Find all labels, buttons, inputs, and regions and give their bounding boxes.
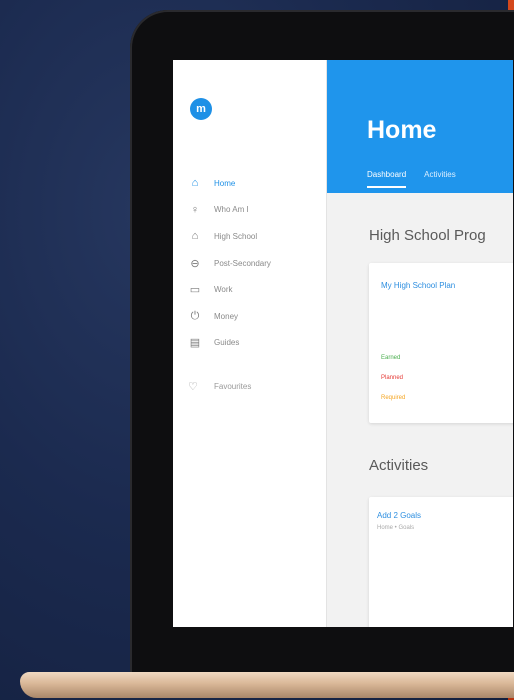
sidebar-item-label: Work [214, 285, 233, 295]
legend-planned: Planned [381, 375, 404, 381]
sidebar-item-who-am-i[interactable]: ♀ Who Am I [188, 197, 323, 224]
page-title: Home [367, 116, 437, 144]
sidebar-nav: ⌂ Home ♀ Who Am I ⌂ High School ⊖ Post-S… [188, 170, 323, 356]
page-header: Home Dashboard Activities [327, 60, 513, 193]
sidebar-item-home[interactable]: ⌂ Home [188, 170, 323, 197]
sidebar-item-label: Home [214, 178, 236, 188]
home-icon: ⌂ [191, 177, 199, 190]
sidebar-item-guides[interactable]: ▤ Guides [188, 330, 323, 357]
main-content: High School Prog My High School Plan Ear… [327, 193, 513, 627]
sidebar-item-label: Favourites [214, 382, 252, 391]
heart-icon: ♡ [188, 381, 198, 393]
legend-earned: Earned [381, 355, 401, 361]
sidebar-item-label: High School [214, 231, 258, 241]
sidebar-item-money[interactable]: ⏻ Money [188, 303, 323, 330]
credits-legend: Earned Planned Required [381, 355, 405, 415]
legend-required: Required [381, 395, 406, 401]
sidebar-item-label: Post-Secondary [214, 258, 271, 268]
app-logo[interactable]: m [190, 98, 212, 120]
high-school-section-title: High School Prog [369, 227, 486, 244]
activity-card-breadcrumb: Home • Goals [377, 525, 415, 531]
tab-dashboard[interactable]: Dashboard [367, 170, 407, 188]
sidebar-item-label: Who Am I [214, 205, 249, 215]
money-icon: ⏻ [190, 309, 200, 322]
sidebar-item-label: Guides [214, 338, 240, 348]
sidebar-item-high-school[interactable]: ⌂ High School [188, 223, 323, 250]
sidebar-item-label: Money [214, 311, 239, 321]
sidebar: m ⌂ Home ♀ Who Am I ⌂ High School ⊖ Post… [173, 60, 327, 627]
app-screen: m ⌂ Home ♀ Who Am I ⌂ High School ⊖ Post… [173, 60, 513, 627]
activities-section-title: Activities [369, 457, 429, 474]
sidebar-item-post-secondary[interactable]: ⊖ Post-Secondary [188, 250, 323, 277]
school-icon: ⌂ [191, 230, 199, 243]
graduation-icon: ⊖ [190, 257, 200, 270]
tab-activities[interactable]: Activities [424, 170, 456, 188]
activity-card[interactable]: Add 2 Goals Home • Goals [369, 497, 513, 627]
activity-card-title[interactable]: Add 2 Goals [377, 511, 421, 520]
sidebar-item-work[interactable]: ▭ Work [188, 276, 323, 303]
briefcase-icon: ▭ [189, 284, 201, 297]
sidebar-item-favourites[interactable]: ♡ Favourites [188, 380, 251, 393]
guide-icon: ▤ [189, 337, 201, 350]
card-title[interactable]: My High School Plan [381, 281, 455, 290]
laptop-base [20, 672, 514, 698]
high-school-plan-card[interactable]: My High School Plan Earned Planned Requi… [369, 263, 513, 423]
person-icon: ♀ [190, 203, 200, 216]
header-tabs: Dashboard Activities [367, 170, 456, 188]
